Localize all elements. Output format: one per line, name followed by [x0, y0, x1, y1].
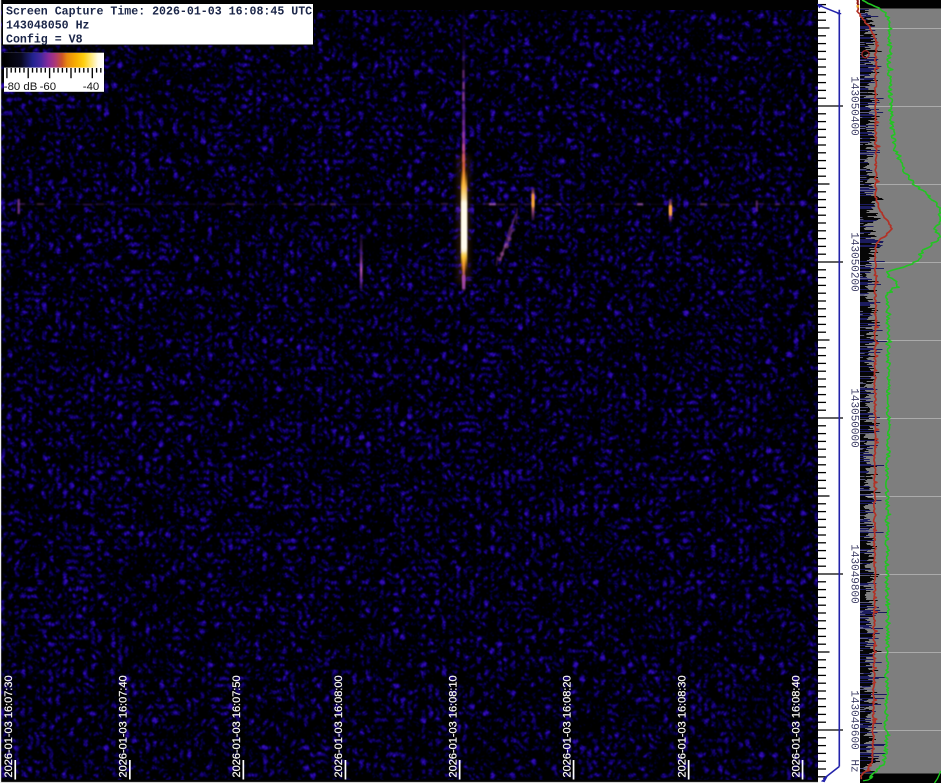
svg-text:143049800: 143049800 [848, 544, 860, 603]
svg-text:Hz: Hz [848, 759, 860, 772]
svg-text:2026-01-03 16:07:50: 2026-01-03 16:07:50 [231, 675, 243, 777]
svg-text:2026-01-03 16:07:30: 2026-01-03 16:07:30 [3, 675, 15, 777]
svg-text:-40: -40 [83, 81, 99, 93]
svg-text:2026-01-03 16:07:40: 2026-01-03 16:07:40 [118, 675, 130, 777]
svg-text:2026-01-03 16:08:10: 2026-01-03 16:08:10 [447, 675, 459, 777]
svg-text:143050400: 143050400 [848, 76, 860, 135]
svg-text:2026-01-03 16:08:20: 2026-01-03 16:08:20 [561, 675, 573, 777]
svg-text:2026-01-03 16:08:00: 2026-01-03 16:08:00 [333, 675, 345, 777]
svg-text:2026-01-03 16:08:40: 2026-01-03 16:08:40 [790, 675, 802, 777]
svg-text:Config = V8: Config = V8 [6, 33, 83, 46]
svg-text:143050000: 143050000 [848, 388, 860, 447]
svg-text:Screen Capture Time: 2026-01-0: Screen Capture Time: 2026-01-03 16:08:45… [6, 6, 312, 19]
svg-text:-60: -60 [40, 81, 56, 93]
svg-text:2026-01-03 16:08:30: 2026-01-03 16:08:30 [676, 675, 688, 777]
svg-text:143049600: 143049600 [848, 690, 860, 749]
svg-text:143048050 Hz: 143048050 Hz [6, 20, 90, 33]
svg-text:143050200: 143050200 [848, 232, 860, 291]
svg-text:-80 dB: -80 dB [4, 81, 38, 93]
